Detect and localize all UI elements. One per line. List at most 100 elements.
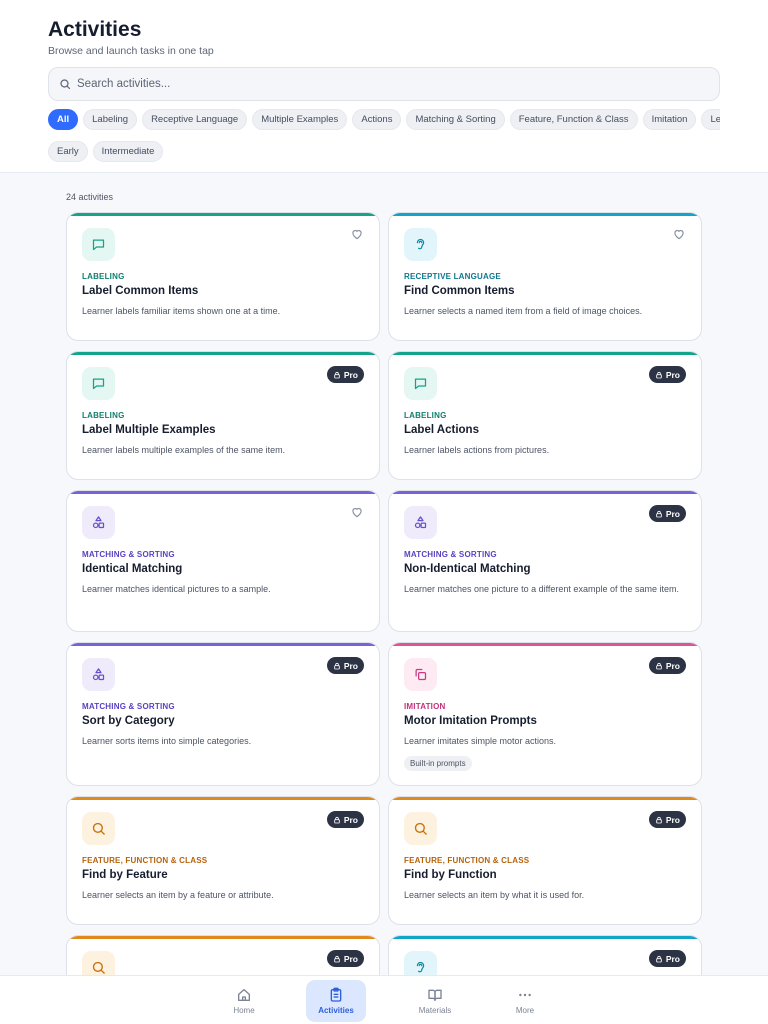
card-icon-box: [82, 367, 115, 400]
nav-home[interactable]: Home: [214, 980, 274, 1022]
card-category: MATCHING & SORTING: [82, 550, 175, 559]
card-icon-box: [404, 228, 437, 261]
filter-chip-early[interactable]: Early: [48, 141, 88, 162]
filter-chip-feature-function-class[interactable]: Feature, Function & Class: [509, 109, 638, 130]
activity-card[interactable]: LABELING Label Common Items Learner labe…: [66, 212, 380, 341]
category-bar: [67, 352, 379, 355]
category-bar: [389, 352, 701, 355]
nav-label: Home: [233, 1006, 255, 1015]
card-title: Identical Matching: [82, 563, 183, 575]
nav-activities[interactable]: Activities: [306, 980, 366, 1022]
card-category: LABELING: [82, 411, 125, 420]
activity-card[interactable]: Pro IMITATION Motor Imitation Prompts Le…: [388, 642, 702, 786]
lock-icon: [334, 371, 340, 378]
category-bar: [67, 643, 379, 646]
card-description: Learner selects a named item from a fiel…: [404, 306, 643, 316]
pro-badge: Pro: [648, 505, 686, 522]
search-input[interactable]: [77, 78, 677, 90]
lock-icon: [334, 662, 340, 669]
card-category: FEATURE, FUNCTION & CLASS: [404, 856, 530, 865]
category-bar: [389, 797, 701, 800]
ear-icon: [416, 961, 425, 973]
shapes-icon: [414, 516, 427, 529]
category-bar: [389, 936, 701, 939]
activity-card[interactable]: Pro LABELING Label Actions Learner label…: [388, 351, 702, 480]
card-title: Find Common Items: [404, 285, 515, 297]
card-description: Learner selects an item by what it is us…: [404, 890, 585, 900]
category-bar: [389, 643, 701, 646]
shapes-icon: [92, 668, 105, 681]
nav-label: Materials: [418, 1006, 452, 1015]
shapes-icon: [92, 516, 105, 529]
card-title: Sort by Category: [82, 715, 175, 727]
heart-icon[interactable]: [350, 505, 364, 519]
filter-chip-intermediate[interactable]: Intermediate: [92, 141, 164, 162]
card-icon-box: [404, 367, 437, 400]
card-category: LABELING: [82, 272, 125, 281]
search-bar[interactable]: [48, 67, 720, 101]
lock-icon: [656, 816, 662, 823]
category-bar: [67, 797, 379, 800]
activity-card[interactable]: Pro FEATURE, FUNCTION & CLASS Find by Fe…: [66, 796, 380, 925]
filter-chips-row-2: Early Intermediate: [48, 141, 164, 162]
activity-card[interactable]: Pro FEATURE, FUNCTION & CLASS Find by Fu…: [388, 796, 702, 925]
activity-card[interactable]: RECEPTIVE LANGUAGE Find Common Items Lea…: [388, 212, 702, 341]
pro-label: Pro: [343, 953, 358, 964]
category-bar: [67, 491, 379, 494]
card-description: Learner sorts items into simple categori…: [82, 736, 252, 746]
pro-label: Pro: [343, 814, 358, 825]
pro-badge: Pro: [648, 366, 686, 383]
pro-badge: Pro: [326, 811, 364, 828]
card-icon-box: [82, 658, 115, 691]
pro-badge: Pro: [326, 657, 364, 674]
card-category: LABELING: [404, 411, 447, 420]
card-category: RECEPTIVE LANGUAGE: [404, 272, 501, 281]
filter-chip-labeling[interactable]: Labeling: [83, 109, 138, 130]
card-description: Learner imitates simple motor actions.: [404, 736, 557, 746]
card-description: Learner labels multiple examples of the …: [82, 445, 286, 455]
card-category: MATCHING & SORTING: [404, 550, 497, 559]
card-tag: Built-in prompts: [404, 756, 472, 771]
activity-card[interactable]: Pro MATCHING & SORTING Sort by Category …: [66, 642, 380, 786]
nav-materials[interactable]: Materials: [405, 980, 465, 1022]
card-title: Find by Function: [404, 869, 497, 881]
chat-bubble-icon: [92, 239, 105, 251]
pro-label: Pro: [665, 953, 680, 964]
more-dots-icon: [519, 993, 531, 997]
ear-icon: [416, 238, 425, 250]
heart-icon[interactable]: [350, 227, 364, 241]
activity-card[interactable]: MATCHING & SORTING Identical Matching Le…: [66, 490, 380, 632]
category-bar: [67, 936, 379, 939]
chat-bubble-icon: [92, 378, 105, 390]
card-title: Motor Imitation Prompts: [404, 715, 537, 727]
lock-icon: [656, 662, 662, 669]
card-icon-box: [404, 812, 437, 845]
home-icon: [238, 989, 250, 1001]
card-icon-box: [82, 812, 115, 845]
nav-label: Activities: [318, 1006, 354, 1015]
pro-label: Pro: [665, 508, 680, 519]
heart-icon[interactable]: [672, 227, 686, 241]
filter-chip-receptive-language[interactable]: Receptive Language: [142, 109, 248, 130]
page-title: Activities: [48, 18, 142, 41]
filter-chip-actions[interactable]: Actions: [352, 109, 402, 130]
filter-chip-le[interactable]: Le: [701, 109, 720, 130]
filter-chip-imitation[interactable]: Imitation: [642, 109, 697, 130]
card-title: Label Actions: [404, 424, 479, 436]
lock-icon: [334, 816, 340, 823]
lock-icon: [656, 510, 662, 517]
filter-chip-matching-sorting[interactable]: Matching & Sorting: [406, 109, 505, 130]
pro-badge: Pro: [326, 950, 364, 967]
card-title: Non-Identical Matching: [404, 563, 531, 575]
search-icon: [92, 822, 105, 835]
lock-icon: [656, 955, 662, 962]
pro-badge: Pro: [648, 811, 686, 828]
activity-card[interactable]: Pro LABELING Label Multiple Examples Lea…: [66, 351, 380, 480]
filter-chip-all[interactable]: All: [48, 109, 79, 130]
filter-chip-multiple-examples[interactable]: Multiple Examples: [252, 109, 348, 130]
card-icon-box: [404, 506, 437, 539]
card-icon-box: [82, 506, 115, 539]
activity-card[interactable]: Pro MATCHING & SORTING Non-Identical Mat…: [388, 490, 702, 632]
nav-more[interactable]: More: [495, 980, 555, 1022]
category-bar: [389, 213, 701, 216]
